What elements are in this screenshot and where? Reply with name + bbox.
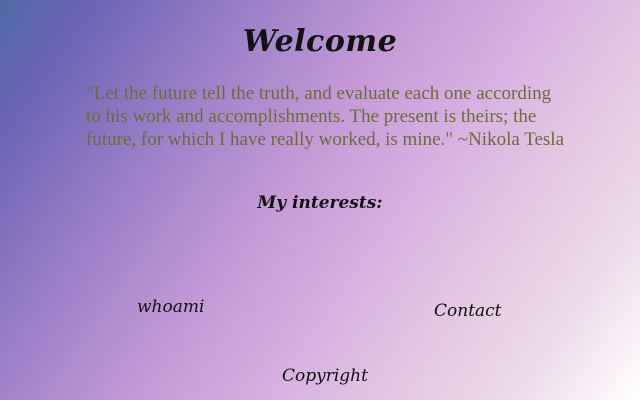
copyright-link[interactable]: Copyright (282, 366, 368, 386)
contact-link[interactable]: Contact (434, 301, 502, 321)
whoami-link[interactable]: whoami (137, 297, 204, 317)
tesla-quote: "Let the future tell the truth, and eval… (86, 83, 565, 150)
page-title: Welcome (242, 24, 398, 59)
interests-heading: My interests: (257, 193, 383, 213)
